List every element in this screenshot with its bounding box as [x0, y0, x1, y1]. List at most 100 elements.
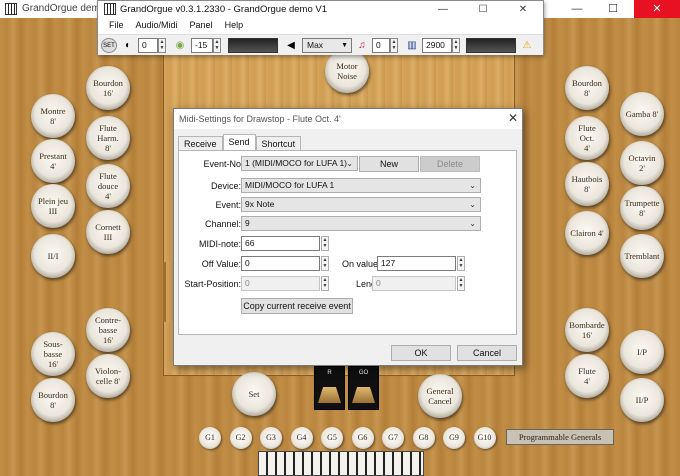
- polyphony-icon: ◀: [287, 40, 295, 51]
- drawstop-right-11[interactable]: II/P: [620, 378, 664, 422]
- close-icon[interactable]: ✕: [508, 111, 518, 125]
- volume-spinner[interactable]: ▲ ▼: [213, 38, 221, 53]
- drawstop-left-7[interactable]: II/I: [31, 234, 75, 278]
- drawstop-right-1[interactable]: Gamba 8': [620, 92, 664, 136]
- ok-button[interactable]: OK: [391, 345, 451, 361]
- drawstop-left-5[interactable]: Plein jeu III: [31, 184, 75, 228]
- length-input[interactable]: 0: [372, 276, 456, 291]
- length-spinner[interactable]: ▲ ▼: [457, 276, 465, 291]
- drawstop-left-8[interactable]: Contre- basse 16': [86, 308, 130, 352]
- midi-settings-dialog: Midi-Settings for Drawstop - Flute Oct. …: [173, 108, 523, 366]
- cache-spinner[interactable]: ▲ ▼: [452, 38, 460, 53]
- app-close-button[interactable]: ✕: [503, 1, 543, 18]
- midi-transpose-spinner[interactable]: ▲ ▼: [390, 38, 398, 53]
- general-button-7[interactable]: G7: [382, 427, 404, 449]
- polyphony-value: Max: [307, 40, 324, 50]
- organ-maximize-button[interactable]: ☐: [590, 0, 636, 18]
- volume-meter: [228, 38, 278, 53]
- drawstop-left-4[interactable]: Flute douce 4': [86, 164, 130, 208]
- programmable-generals-button[interactable]: Programmable Generals: [506, 429, 614, 445]
- app-icon: [104, 3, 116, 15]
- drawstop-right-9[interactable]: I/P: [620, 330, 664, 374]
- general-button-3[interactable]: G3: [260, 427, 282, 449]
- menu-file[interactable]: File: [103, 18, 130, 34]
- drawstop-left-9[interactable]: Sous- basse 16': [31, 332, 75, 376]
- chevron-down-icon: ▼: [341, 42, 348, 49]
- pedal-label-r: R: [327, 370, 332, 376]
- general-button-2[interactable]: G2: [229, 427, 252, 449]
- general-button-10[interactable]: G10: [473, 427, 496, 449]
- tab-shortcut[interactable]: Shortcut: [255, 136, 302, 150]
- tab-send[interactable]: Send: [222, 134, 256, 150]
- event-no-value: 1 (MIDI/MOCO for LUFA 1): [245, 158, 348, 168]
- copy-receive-event-button[interactable]: Copy current receive event: [241, 298, 353, 314]
- drawstop-right-4[interactable]: Hautbois 8': [565, 162, 609, 206]
- general-button-9[interactable]: G9: [443, 427, 465, 449]
- new-button[interactable]: New: [359, 156, 419, 172]
- drawstop-right-8[interactable]: Bombarde 16': [565, 308, 609, 352]
- off-value-label: Off Value:: [201, 259, 241, 269]
- event-no-select[interactable]: 1 (MIDI/MOCO for LUFA 1) ⌄: [241, 156, 358, 171]
- off-value-spinner[interactable]: ▲ ▼: [321, 256, 329, 271]
- event-label: Event:: [215, 200, 241, 210]
- delete-button[interactable]: Delete: [420, 156, 480, 172]
- midi-note-spinner[interactable]: ▲ ▼: [321, 236, 329, 251]
- menu-help[interactable]: Help: [219, 18, 250, 34]
- menu-audio-midi[interactable]: Audio/Midi: [130, 18, 184, 34]
- drawstop-left-10[interactable]: Violon- celle 8': [86, 354, 130, 398]
- drawstop-right-2[interactable]: Flute Oct. 4': [565, 116, 609, 160]
- polyphony-select[interactable]: Max ▼: [302, 38, 352, 53]
- general-button-6[interactable]: G6: [351, 427, 374, 449]
- drawstop-right-6[interactable]: Clairon 4': [565, 211, 609, 255]
- organ-app-icon: [5, 3, 17, 15]
- drawstop-right-7[interactable]: Tremblant: [620, 234, 664, 278]
- drawstop-right-0[interactable]: Bourdon 8': [565, 66, 609, 110]
- general-button-8[interactable]: G8: [412, 427, 435, 449]
- channel-select[interactable]: 9 ⌄: [241, 216, 481, 231]
- general-button-5[interactable]: G5: [321, 427, 343, 449]
- drawstop-left-11[interactable]: Bourdon 8': [31, 378, 75, 422]
- transpose-spinner[interactable]: ▲ ▼: [158, 38, 166, 53]
- cache-input[interactable]: 2900: [422, 38, 452, 53]
- drawstop-right-10[interactable]: Flute 4': [565, 354, 609, 398]
- set-knob[interactable]: Set: [232, 372, 276, 416]
- drawstop-left-2[interactable]: Flute Harm. 8': [86, 116, 130, 160]
- event-select[interactable]: 9x Note ⌄: [241, 197, 481, 212]
- app-minimize-button[interactable]: —: [423, 1, 463, 18]
- general-cancel-knob[interactable]: General Cancel: [418, 374, 462, 418]
- drawstop-left-1[interactable]: Montre 8': [31, 94, 75, 138]
- swell-pedal-r[interactable]: R: [314, 366, 345, 410]
- chevron-down-icon: ⌄: [346, 159, 353, 168]
- transpose-input[interactable]: 0: [138, 38, 158, 53]
- app-maximize-button[interactable]: ☐: [463, 1, 503, 18]
- drawstop-left-6[interactable]: Cornett III: [86, 210, 130, 254]
- midi-note-input[interactable]: 66: [241, 236, 320, 251]
- device-select[interactable]: MIDI/MOCO for LUFA 1 ⌄: [241, 178, 481, 193]
- organ-close-button[interactable]: ✕: [634, 0, 680, 18]
- chevron-down-icon: ⌄: [469, 181, 476, 190]
- on-value-spinner[interactable]: ▲ ▼: [457, 256, 465, 271]
- volume-icon: ◉: [175, 40, 185, 51]
- midi-transpose-input[interactable]: 0: [372, 38, 390, 53]
- swell-pedal-go[interactable]: GO: [348, 366, 379, 410]
- general-button-1[interactable]: G1: [199, 427, 221, 449]
- drawstop-right-3[interactable]: Octavin 2': [620, 141, 664, 185]
- motor-noise-knob[interactable]: Motor Noise: [325, 49, 369, 93]
- chevron-down-icon: ⌄: [469, 219, 476, 228]
- cache-icon: ▥: [407, 40, 417, 51]
- menu-panel[interactable]: Panel: [184, 18, 219, 34]
- keyboard[interactable]: [258, 451, 424, 476]
- cancel-button[interactable]: Cancel: [457, 345, 517, 361]
- chevron-down-icon: ⌄: [469, 200, 476, 209]
- drawstop-left-0[interactable]: Bourdon 16': [86, 66, 130, 110]
- drawstop-left-3[interactable]: Prestant 4': [31, 139, 75, 183]
- tab-receive[interactable]: Receive: [178, 136, 223, 150]
- general-button-4[interactable]: G4: [290, 427, 313, 449]
- start-position-input[interactable]: 0: [241, 276, 320, 291]
- start-position-spinner[interactable]: ▲ ▼: [321, 276, 329, 291]
- on-value-input[interactable]: 127: [377, 256, 456, 271]
- off-value-input[interactable]: 0: [241, 256, 320, 271]
- volume-input[interactable]: -15: [191, 38, 213, 53]
- set-toolbar-button[interactable]: SET: [101, 38, 117, 53]
- drawstop-right-5[interactable]: Trumpette 8': [620, 186, 664, 230]
